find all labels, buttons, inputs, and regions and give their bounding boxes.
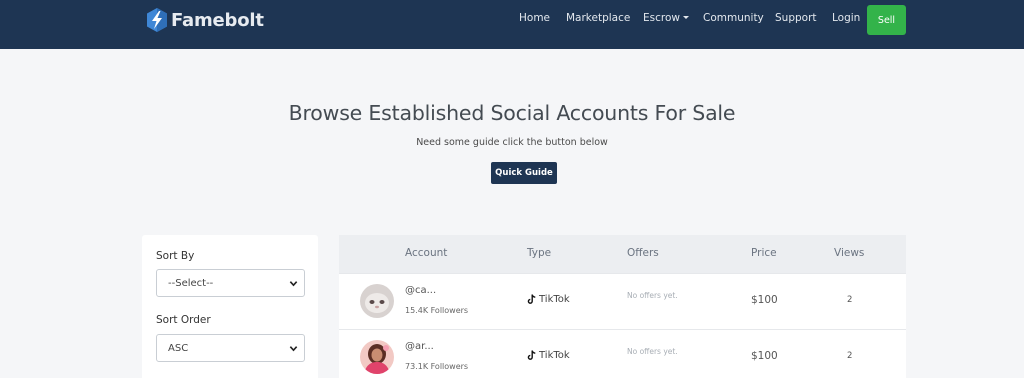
tiktok-icon: [527, 294, 536, 304]
account-price: $100: [751, 294, 778, 306]
avatar[interactable]: [360, 284, 394, 318]
tiktok-icon: [527, 350, 536, 360]
nav-home[interactable]: Home: [519, 12, 550, 24]
sort-order-label: Sort Order: [156, 314, 211, 326]
table-row[interactable]: @ar... 73.1K Followers TikTok No offers …: [339, 329, 906, 378]
chevron-down-icon: [289, 281, 298, 287]
table-header: Account Type Offers Price Views: [339, 235, 906, 273]
column-header-offers[interactable]: Offers: [627, 247, 659, 259]
table-row[interactable]: @ca... 15.4K Followers TikTok No offers …: [339, 273, 906, 329]
page-title: Browse Established Social Accounts For S…: [288, 101, 736, 125]
filter-sidebar: Sort By --Select-- Sort Order ASC: [142, 235, 318, 378]
account-type: TikTok: [527, 294, 570, 305]
nav-escrow-dropdown[interactable]: Escrow: [643, 12, 689, 24]
nav-community[interactable]: Community: [703, 12, 764, 24]
caret-down-icon: [682, 16, 689, 19]
sort-by-label: Sort By: [156, 250, 195, 262]
account-type-label: TikTok: [539, 350, 570, 361]
nav-escrow-label: Escrow: [643, 12, 680, 24]
column-header-type[interactable]: Type: [527, 247, 551, 259]
brand-name: Famebolt: [171, 9, 264, 31]
column-header-price[interactable]: Price: [751, 247, 777, 259]
sort-by-value: --Select--: [168, 277, 214, 289]
account-price: $100: [751, 350, 778, 362]
account-type-label: TikTok: [539, 294, 570, 305]
accounts-table: Account Type Offers Price Views @ca... 1…: [339, 235, 906, 378]
account-followers: 73.1K Followers: [405, 362, 469, 371]
offers-status: No offers yet.: [627, 291, 678, 300]
account-handle[interactable]: @ar...: [405, 341, 434, 352]
nav-marketplace[interactable]: Marketplace: [566, 12, 630, 24]
sort-order-value: ASC: [168, 342, 189, 354]
sort-by-select[interactable]: --Select--: [156, 269, 305, 297]
chevron-down-icon: [289, 346, 298, 352]
quick-guide-button[interactable]: Quick Guide: [491, 162, 557, 184]
offers-status: No offers yet.: [627, 347, 678, 356]
column-header-account[interactable]: Account: [405, 247, 447, 259]
sell-button[interactable]: Sell: [867, 5, 906, 35]
avatar[interactable]: [360, 340, 394, 374]
page-subtitle: Need some guide click the button below: [416, 137, 608, 148]
top-navbar: Famebolt Home Marketplace Escrow Communi…: [0, 0, 1024, 49]
bolt-hexagon-logo-icon: [147, 8, 167, 32]
account-handle[interactable]: @ca...: [405, 285, 436, 296]
view-count: 2: [847, 351, 853, 361]
sort-order-select[interactable]: ASC: [156, 334, 305, 362]
account-followers: 15.4K Followers: [405, 306, 469, 315]
nav-support[interactable]: Support: [775, 12, 817, 24]
brand-logo[interactable]: Famebolt: [146, 6, 264, 34]
view-count: 2: [847, 295, 853, 305]
nav-login[interactable]: Login: [832, 12, 860, 24]
account-type: TikTok: [527, 350, 570, 361]
column-header-views[interactable]: Views: [834, 247, 864, 259]
